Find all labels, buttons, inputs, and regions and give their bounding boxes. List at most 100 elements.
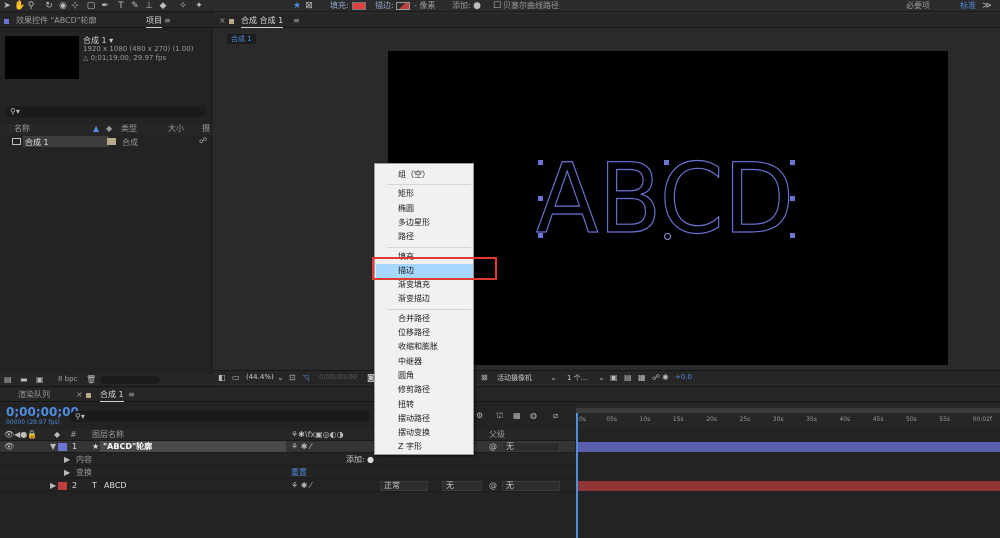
twirl-right-icon[interactable]: ▶ bbox=[64, 455, 70, 465]
transform-handle-br[interactable] bbox=[790, 233, 795, 238]
timeline-menu-icon[interactable]: ≡ bbox=[128, 390, 135, 400]
layer-switches[interactable]: ⚘ ✱ ⁄ bbox=[291, 481, 311, 491]
puppet-tool-icon[interactable]: ✦ bbox=[194, 1, 204, 11]
fill-swatch[interactable] bbox=[352, 2, 366, 10]
magnify-icon[interactable]: ◧ bbox=[218, 373, 226, 382]
layer-label-color[interactable] bbox=[58, 482, 67, 490]
motion-blur-icon[interactable]: ◍ bbox=[530, 411, 537, 420]
zoom-dropdown[interactable]: (44.4%) bbox=[246, 373, 274, 381]
workspace-menu-icon[interactable]: ≫ bbox=[982, 1, 992, 11]
track-matte-dropdown[interactable]: 无 bbox=[442, 481, 482, 491]
sort-arrow-icon[interactable]: ▲ bbox=[93, 124, 99, 134]
mask-visibility-icon[interactable]: ◹ bbox=[303, 373, 309, 382]
fit-icon[interactable]: ⊡ bbox=[289, 373, 296, 382]
pixel-aspect-icon[interactable]: ▣ bbox=[610, 373, 618, 382]
pen-tool-icon[interactable]: ✒ bbox=[100, 1, 110, 11]
3d-view-icon[interactable]: ⊠ bbox=[481, 373, 488, 382]
draft-3d-icon[interactable]: ⚙ bbox=[476, 411, 483, 420]
camera-tool-icon[interactable]: ◉ bbox=[58, 1, 68, 11]
twirl-right-icon[interactable]: ▶ bbox=[64, 468, 70, 478]
col-size[interactable]: 大小 bbox=[168, 124, 184, 134]
text-tool-icon[interactable]: T bbox=[116, 1, 126, 11]
playhead[interactable] bbox=[576, 413, 578, 538]
shy-layers-icon[interactable]: ⛫ bbox=[496, 411, 503, 421]
hand-tool-icon[interactable]: ✋ bbox=[14, 1, 25, 11]
add-menu-icon[interactable]: ● bbox=[367, 455, 374, 465]
menu-item[interactable]: 摆动路径 bbox=[376, 412, 473, 426]
close-icon[interactable]: × bbox=[219, 16, 226, 26]
views-dropdown[interactable]: 1 个... bbox=[567, 373, 587, 383]
fast-preview-icon[interactable]: ▤ bbox=[624, 373, 632, 382]
camera-dropdown[interactable]: 活动摄像机 bbox=[497, 373, 532, 383]
roto-brush-tool-icon[interactable]: ✧ bbox=[178, 1, 188, 11]
menu-item[interactable]: 矩形 bbox=[376, 187, 473, 201]
work-area-bar[interactable] bbox=[576, 408, 1000, 413]
viewer-timecode[interactable]: 0;00;00;00 bbox=[319, 373, 357, 381]
twirl-right-icon[interactable]: ▶ bbox=[50, 481, 56, 491]
parent-dropdown[interactable]: 无 bbox=[502, 442, 560, 452]
timeline-icon[interactable]: ▦ bbox=[638, 373, 646, 382]
new-folder-icon[interactable]: ▬ bbox=[20, 375, 28, 384]
timeline-search-input[interactable]: ⚲▾ bbox=[70, 411, 370, 422]
layer-duration-bar-1[interactable] bbox=[578, 442, 1000, 452]
monitor-icon[interactable]: ▭ bbox=[232, 373, 240, 382]
project-item-comp1[interactable]: 合成 1 合成 ☍ bbox=[7, 136, 212, 147]
trash-icon[interactable]: 🗑 bbox=[86, 375, 96, 384]
col-name[interactable]: 名称 bbox=[14, 124, 30, 134]
thumbnail-slider[interactable] bbox=[100, 376, 160, 384]
frame-blending-icon[interactable]: ▦ bbox=[513, 411, 521, 420]
add-label[interactable]: 添加: bbox=[346, 455, 365, 465]
flowchart-icon[interactable]: ☍ bbox=[199, 136, 207, 145]
bezier-checkbox[interactable]: ☐ bbox=[492, 1, 502, 11]
stroke-label[interactable]: 描边: bbox=[375, 1, 394, 11]
transform-handle-tc[interactable] bbox=[664, 160, 669, 165]
menu-item[interactable]: 渐变填充 bbox=[376, 278, 473, 292]
menu-item[interactable]: 圆角 bbox=[376, 369, 473, 383]
clone-stamp-tool-icon[interactable]: ⊥ bbox=[144, 1, 154, 11]
graph-editor-icon[interactable]: ⧄ bbox=[553, 411, 558, 421]
fill-label[interactable]: 填充: bbox=[330, 1, 349, 11]
exposure-value[interactable]: +0.0 bbox=[675, 373, 692, 381]
menu-item[interactable]: 收缩和膨胀 bbox=[376, 340, 473, 354]
menu-item[interactable]: 路径 bbox=[376, 230, 473, 244]
pan-behind-tool-icon[interactable]: ⊹ bbox=[70, 1, 80, 11]
col-parent[interactable]: 父级 bbox=[489, 430, 505, 440]
selection-tool-icon[interactable]: ➤ bbox=[2, 1, 12, 11]
menu-item[interactable]: 椭圆 bbox=[376, 202, 473, 216]
col-type[interactable]: 类型 bbox=[121, 124, 137, 134]
new-comp-icon[interactable]: ▣ bbox=[36, 375, 44, 384]
layer-row-2[interactable]: ▶ 2 T ABCD ⚘ ✱ ⁄ 正常 无 @ 无 bbox=[0, 480, 575, 492]
tab-render-queue[interactable]: 渲染队列 bbox=[18, 390, 50, 400]
pickwhip-icon[interactable]: @ bbox=[489, 481, 497, 491]
tab-project[interactable]: 项目 bbox=[146, 16, 162, 28]
menu-item[interactable]: 中继器 bbox=[376, 355, 473, 369]
chevron-down-icon[interactable]: ⌄ bbox=[598, 373, 605, 382]
col-layer-name[interactable]: 图层名称 bbox=[92, 430, 124, 440]
menu-item[interactable]: 扭转 bbox=[376, 398, 473, 412]
pickwhip-icon[interactable]: @ bbox=[489, 442, 497, 452]
col-layer-number[interactable]: # bbox=[70, 430, 77, 440]
tab-composition[interactable]: 合成 合成 1 bbox=[241, 16, 284, 28]
close-icon[interactable]: × bbox=[76, 390, 83, 400]
transform-handle-mr[interactable] bbox=[790, 196, 795, 201]
zoom-tool-icon[interactable]: ⚲ bbox=[26, 1, 36, 11]
flowchart-icon[interactable]: ☍ bbox=[652, 373, 660, 382]
stroke-swatch[interactable] bbox=[396, 2, 410, 10]
workspace-essentials[interactable]: 必要项 bbox=[906, 1, 930, 11]
add-label[interactable]: 添加: bbox=[452, 1, 471, 11]
add-circle-icon[interactable]: ● bbox=[472, 1, 482, 11]
blend-mode-dropdown[interactable]: 正常 bbox=[380, 481, 428, 491]
menu-item[interactable]: 位移路径 bbox=[376, 326, 473, 340]
viewer-menu-icon[interactable]: ≡ bbox=[293, 16, 300, 26]
chevron-down-icon[interactable]: ⌄ bbox=[550, 373, 557, 382]
layer-row-1[interactable]: 👁 ▼ 1 ★ "ABCD"轮廓 ⚘ ✱ ⁄ @ 无 bbox=[0, 441, 575, 453]
comp-breadcrumb[interactable]: 合成 1 bbox=[227, 34, 256, 44]
workspace-standard[interactable]: 标准 bbox=[960, 1, 976, 11]
layer-switches[interactable]: ⚘ ✱ ⁄ bbox=[291, 442, 311, 452]
layer-transform-row[interactable]: ▶ 变换 重置 bbox=[0, 467, 575, 479]
layer-label-color[interactable] bbox=[58, 443, 67, 451]
star-icon[interactable]: ★ bbox=[292, 1, 302, 11]
menu-item[interactable]: 合并路径 bbox=[376, 312, 473, 326]
timeline-timecode[interactable]: 0;00;00;00 bbox=[6, 405, 79, 419]
rotate-tool-icon[interactable]: ↻ bbox=[44, 1, 54, 11]
